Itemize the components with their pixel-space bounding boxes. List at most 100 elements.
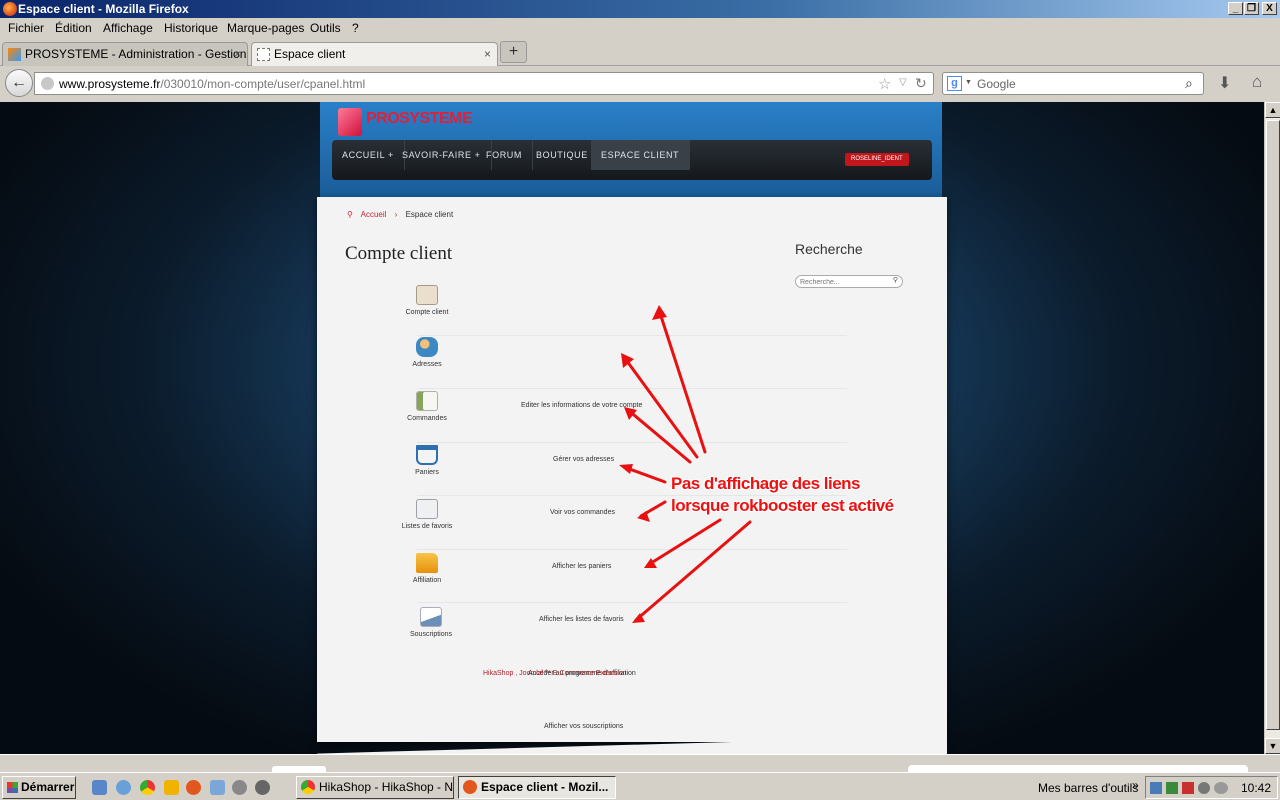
footer-link[interactable]: HikaShop , Joomla!™ E-Commerce Extension <box>483 670 627 677</box>
task-firefox[interactable]: Espace client - Mozil... <box>458 776 616 799</box>
users-icon <box>416 337 438 357</box>
tab-label: PROSYSTEME - Administration - Gestion ..… <box>25 47 248 61</box>
maximize-button[interactable]: ❐ <box>1244 2 1259 15</box>
window-titlebar: Espace client - Mozilla Firefox _ ❐ X <box>0 0 1280 18</box>
star-icon[interactable]: ☆ <box>878 75 891 93</box>
search-input[interactable]: Google <box>977 77 1016 91</box>
divider <box>417 388 847 389</box>
site-search-input[interactable] <box>800 277 892 287</box>
annotation-text: Pas d'affichage des liens lorsque rokboo… <box>671 473 894 517</box>
item-affiliation[interactable]: Affiliation <box>397 553 457 587</box>
tab-espace-client[interactable]: Espace client × <box>251 42 498 67</box>
item-desc: Afficher les listes de favoris <box>539 616 624 623</box>
download-icon[interactable]: ⬇ <box>1218 73 1231 93</box>
item-label: Listes de favoris <box>401 523 453 530</box>
phone-icon[interactable] <box>1214 782 1228 794</box>
divider <box>417 602 847 603</box>
item-souscriptions[interactable]: Souscriptions <box>401 607 461 641</box>
task-hikashop[interactable]: HikaShop - HikaShop - N... <box>296 776 454 799</box>
url-bar[interactable]: www.prosysteme.fr/030010/mon-compte/user… <box>34 72 934 95</box>
checklist-icon <box>416 391 438 411</box>
breadcrumb-home[interactable]: Accueil <box>361 210 387 219</box>
divider <box>417 549 847 550</box>
home-icon[interactable]: ⌂ <box>1252 72 1262 92</box>
tab-label: Espace client <box>274 47 346 61</box>
globe-icon <box>41 77 54 90</box>
app-icon[interactable] <box>232 780 247 795</box>
logo-icon <box>338 108 362 136</box>
item-adresses[interactable]: Adresses <box>397 337 457 371</box>
menu-historique[interactable]: Historique <box>164 21 218 35</box>
menu-outils[interactable]: Outils <box>310 21 341 35</box>
close-window-button[interactable]: X <box>1262 2 1277 15</box>
scroll-thumb[interactable] <box>1266 120 1280 730</box>
chrome-icon[interactable] <box>140 780 155 795</box>
chrome-icon <box>301 780 315 794</box>
item-commandes[interactable]: Commandes <box>397 391 457 425</box>
search-icon[interactable]: ⌕ <box>1185 75 1193 92</box>
engine-dropdown-icon[interactable]: ▼ <box>965 79 972 86</box>
nav-forum[interactable]: FORUM <box>476 140 533 170</box>
site-header: PROSYSTEME ACCUEIL + SAVOIR-FAIRE + FORU… <box>320 102 942 198</box>
item-compte-client[interactable]: Compte client <box>397 285 457 319</box>
menu-edition[interactable]: Édition <box>55 21 92 35</box>
firefox-icon[interactable] <box>186 780 201 795</box>
google-icon[interactable]: g <box>947 76 962 91</box>
network-icon[interactable] <box>1150 782 1162 794</box>
tray-icon[interactable] <box>1182 782 1194 794</box>
url-text: www.prosysteme.fr/030010/mon-compte/user… <box>59 77 366 91</box>
scroll-up-button[interactable]: ▲ <box>1265 102 1280 118</box>
item-desc: Afficher vos souscriptions <box>544 723 624 730</box>
back-button[interactable]: ← <box>5 69 33 97</box>
site-search-field[interactable]: ⚲ <box>795 275 903 288</box>
search-bar[interactable]: g ▼ Google ⌕ <box>942 72 1204 95</box>
item-label: Paniers <box>415 469 439 476</box>
minimize-button[interactable]: _ <box>1228 2 1243 15</box>
menu-marque-pages[interactable]: Marque-pages <box>227 21 304 35</box>
app-icon[interactable] <box>210 780 225 795</box>
annotation-line-1: Pas d'affichage des liens <box>671 474 861 493</box>
reload-icon[interactable]: ↻ <box>915 75 927 92</box>
content-panel: ⚲ Accueil › Espace client Compte client … <box>317 197 947 742</box>
divider <box>417 442 847 443</box>
menu-affichage[interactable]: Affichage <box>103 21 153 35</box>
menu-bar: Fichier Édition Affichage Historique Mar… <box>0 18 1280 39</box>
user-button[interactable]: ROSELINE_IDENT <box>845 153 909 166</box>
start-button[interactable]: Démarrer <box>2 776 76 799</box>
item-label: Affiliation <box>412 577 442 584</box>
item-paniers[interactable]: Paniers <box>397 445 457 479</box>
item-desc: Gérer vos adresses <box>553 456 615 463</box>
nav-espace-client[interactable]: ESPACE CLIENT <box>591 140 691 170</box>
tray-icon[interactable] <box>1166 782 1178 794</box>
scroll-down-button[interactable]: ▼ <box>1265 738 1280 754</box>
close-tab-icon[interactable]: × <box>484 43 491 65</box>
search-icon[interactable]: ⚲ <box>893 276 898 284</box>
ie-icon[interactable] <box>92 780 107 795</box>
item-desc: Editer les informations de votre compte <box>521 402 643 409</box>
site-logo[interactable]: PROSYSTEME <box>366 110 473 128</box>
item-label: Souscriptions <box>409 631 453 638</box>
cart-icon <box>416 445 438 465</box>
page-icon <box>257 48 270 61</box>
item-desc: Voir vos commandes <box>550 509 615 516</box>
app-icon[interactable] <box>164 780 179 795</box>
tray-icon[interactable] <box>1198 782 1210 794</box>
vertical-scrollbar[interactable]: ▲ ▼ <box>1264 102 1280 754</box>
media-icon[interactable] <box>255 780 270 795</box>
item-listes-favoris[interactable]: Listes de favoris <box>397 499 457 533</box>
menu-help[interactable]: ? <box>352 21 359 35</box>
tab-administration[interactable]: PROSYSTEME - Administration - Gestion ..… <box>2 42 248 66</box>
explorer-icon[interactable] <box>116 780 131 795</box>
new-tab-button[interactable]: + <box>500 41 527 63</box>
navigation-bar: ← www.prosysteme.fr/030010/mon-compte/us… <box>0 66 1280 102</box>
toolbars-chevron-icon[interactable]: » <box>1132 778 1139 792</box>
nav-boutique[interactable]: BOUTIQUE <box>526 140 599 170</box>
task-label: Espace client - Mozil... <box>481 780 609 794</box>
subscription-icon <box>420 607 442 627</box>
web-page: PROSYSTEME ACCUEIL + SAVOIR-FAIRE + FORU… <box>0 102 1264 754</box>
search-module-title: Recherche <box>795 241 863 257</box>
menu-fichier[interactable]: Fichier <box>8 21 44 35</box>
dropdown-icon[interactable]: ▽ <box>899 77 907 88</box>
close-tab-icon[interactable]: × <box>234 43 241 65</box>
toolbars-label[interactable]: Mes barres d'outils <box>1038 781 1138 795</box>
